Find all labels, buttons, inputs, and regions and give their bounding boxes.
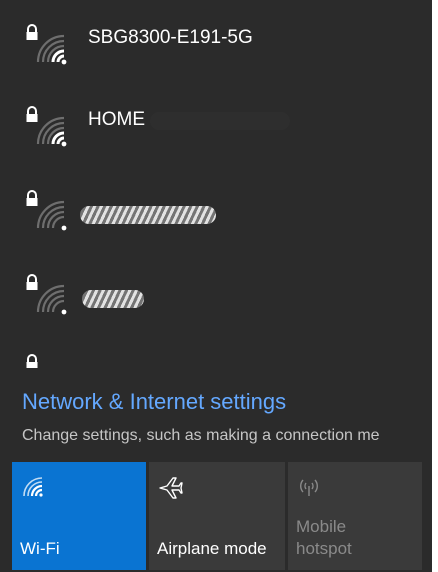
wifi-signal-icon [26, 190, 67, 231]
wifi-signal-icon [26, 106, 67, 147]
hotspot-tile-label-line1: Mobile [296, 517, 347, 536]
wifi-tile-label: Wi-Fi [20, 539, 60, 558]
redacted-text [80, 206, 216, 224]
lock-icon [26, 106, 38, 122]
lock-icon [26, 354, 38, 368]
wifi-signal-icon [26, 24, 67, 65]
wifi-toggle-tile[interactable]: Wi-Fi [12, 462, 146, 570]
network-settings-link[interactable]: Network & Internet settings [22, 388, 286, 416]
network-settings-description: Change settings, such as making a connec… [22, 427, 380, 444]
lock-icon [26, 190, 38, 206]
network-item[interactable]: HOME [0, 102, 432, 172]
airplane-tile-label: Airplane mode [157, 539, 267, 558]
lock-icon [26, 24, 38, 40]
network-item[interactable] [0, 350, 432, 368]
mobile-hotspot-tile[interactable]: Mobile hotspot [288, 462, 422, 570]
wifi-signal-icon [23, 477, 43, 497]
network-item[interactable]: SBG8300-E191-5G [0, 20, 432, 90]
wifi-signal-icon [26, 274, 67, 315]
network-ssid: SBG8300-E191-5G [88, 27, 253, 48]
hotspot-tile-label-line2: hotspot [296, 539, 352, 558]
airplane-icon [159, 477, 183, 499]
mobile-hotspot-icon [300, 479, 318, 496]
network-list[interactable]: SBG8300-E191-5G HOME [0, 0, 432, 368]
network-item[interactable] [0, 186, 432, 256]
lock-icon [26, 274, 38, 290]
airplane-mode-tile[interactable]: Airplane mode [149, 462, 285, 570]
network-ssid: HOME [88, 109, 145, 130]
redacted-text [82, 290, 144, 308]
redacted-text [150, 112, 290, 130]
network-flyout: SBG8300-E191-5G HOME Network & Internet … [0, 0, 432, 572]
network-item[interactable] [0, 270, 432, 340]
